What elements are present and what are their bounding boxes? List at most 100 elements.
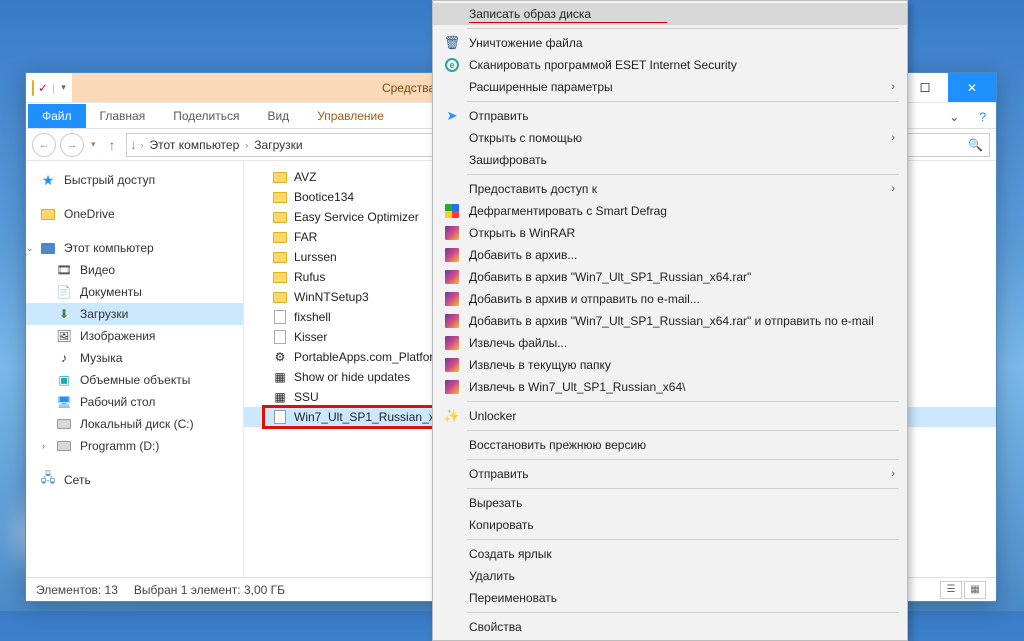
menu-separator xyxy=(467,174,899,175)
menu-rar-to[interactable]: Извлечь в Win7_Ult_SP1_Russian_x64\ xyxy=(433,376,907,398)
menu-separator xyxy=(467,539,899,540)
menu-shred[interactable]: 🗑Уничтожение файла xyxy=(433,32,907,54)
tab-manage[interactable]: Управление xyxy=(303,104,398,128)
folder-icon xyxy=(272,169,288,185)
shred-icon: 🗑 xyxy=(441,35,463,51)
sidebar-item-desktop[interactable]: 🖥Рабочий стол xyxy=(26,391,243,413)
menu-shortcut[interactable]: Создать ярлык xyxy=(433,543,907,565)
spacer-icon xyxy=(441,130,463,146)
tab-file[interactable]: Файл xyxy=(28,104,86,128)
sidebar-this-pc[interactable]: ⌄ Этот компьютер xyxy=(26,237,243,259)
sidebar-item-videos[interactable]: 🎞Видео xyxy=(26,259,243,281)
cube-icon: ▣ xyxy=(56,372,72,388)
menu-rar-extract[interactable]: Извлечь файлы... xyxy=(433,332,907,354)
winrar-icon xyxy=(441,335,463,351)
nav-history-icon[interactable]: ▾ xyxy=(88,139,99,150)
breadcrumb-root[interactable]: Этот компьютер xyxy=(146,138,244,152)
ribbon-collapse-icon[interactable]: ⌄ xyxy=(939,106,969,128)
sidebar-item-3d[interactable]: ▣Объемные объекты xyxy=(26,369,243,391)
chevron-right-icon: › xyxy=(891,132,895,144)
sidebar-item-documents[interactable]: 📄Документы xyxy=(26,281,243,303)
chevron-right-icon[interactable]: › xyxy=(245,140,248,150)
nav-up-button[interactable]: ↑ xyxy=(103,137,122,153)
tab-view[interactable]: Вид xyxy=(253,104,303,128)
qat-dropdown-icon[interactable]: ▾ xyxy=(61,82,66,93)
unlocker-icon: ✨ xyxy=(441,408,463,424)
sidebar-label: Сеть xyxy=(64,473,91,487)
tab-share[interactable]: Поделиться xyxy=(159,104,253,128)
nav-back-button[interactable]: ← xyxy=(32,133,56,157)
menu-properties[interactable]: Свойства xyxy=(433,616,907,638)
expand-icon[interactable]: › xyxy=(42,441,45,451)
menu-send2[interactable]: Отправить› xyxy=(433,463,907,485)
file-icon xyxy=(272,309,288,325)
sidebar-item-music[interactable]: ♪Музыка xyxy=(26,347,243,369)
menu-eset-advanced[interactable]: Расширенные параметры› xyxy=(433,76,907,98)
app-icon: ▦ xyxy=(272,389,288,405)
sidebar-item-pictures[interactable]: 🖼Изображения xyxy=(26,325,243,347)
menu-open-with[interactable]: Открыть с помощью› xyxy=(433,127,907,149)
sidebar-network[interactable]: 🖧 Сеть xyxy=(26,469,243,491)
help-icon[interactable]: ? xyxy=(969,106,996,128)
iso-icon xyxy=(272,409,288,425)
breadcrumb-pc-icon: ↓ xyxy=(131,138,137,152)
menu-cut[interactable]: Вырезать xyxy=(433,492,907,514)
menu-defrag[interactable]: Дефрагментировать с Smart Defrag xyxy=(433,200,907,222)
menu-send1[interactable]: ➤Отправить xyxy=(433,105,907,127)
downloads-icon: ⬇ xyxy=(56,306,72,322)
onedrive-icon xyxy=(40,206,56,222)
menu-rar-open[interactable]: Открыть в WinRAR xyxy=(433,222,907,244)
file-icon xyxy=(272,329,288,345)
sidebar-item-drive-d[interactable]: ›Programm (D:) xyxy=(26,435,243,457)
menu-rar-add-named[interactable]: Добавить в архив "Win7_Ult_SP1_Russian_x… xyxy=(433,266,907,288)
menu-separator xyxy=(467,28,899,29)
view-details-button[interactable]: ☰ xyxy=(940,581,962,599)
music-icon: ♪ xyxy=(56,350,72,366)
breadcrumb-folder[interactable]: Загрузки xyxy=(250,138,306,152)
menu-share[interactable]: Предоставить доступ к› xyxy=(433,178,907,200)
folder-icon xyxy=(272,229,288,245)
menu-separator xyxy=(467,401,899,402)
spacer-icon xyxy=(441,79,463,95)
sidebar-item-downloads[interactable]: ⬇Загрузки xyxy=(26,303,243,325)
menu-rar-here[interactable]: Извлечь в текущую папку xyxy=(433,354,907,376)
annotation-underline xyxy=(469,22,667,23)
app-icon: ▦ xyxy=(272,369,288,385)
menu-restore[interactable]: Восстановить прежнюю версию xyxy=(433,434,907,456)
menu-rar-add[interactable]: Добавить в архив... xyxy=(433,244,907,266)
menu-unlocker[interactable]: ✨Unlocker xyxy=(433,405,907,427)
chevron-right-icon[interactable]: › xyxy=(141,140,144,150)
maximize-button[interactable]: ☐ xyxy=(902,73,948,102)
menu-rename[interactable]: Переименовать xyxy=(433,587,907,609)
nav-forward-button[interactable]: → xyxy=(60,133,84,157)
tab-home[interactable]: Главная xyxy=(86,104,160,128)
folder-icon xyxy=(272,209,288,225)
menu-delete[interactable]: Удалить xyxy=(433,565,907,587)
sidebar-onedrive[interactable]: OneDrive xyxy=(26,203,243,225)
search-icon: 🔍 xyxy=(968,138,983,152)
check-icon[interactable]: ✓ xyxy=(38,81,48,95)
view-icons-button[interactable]: ▦ xyxy=(964,581,986,599)
menu-separator xyxy=(467,101,899,102)
drive-icon xyxy=(56,416,72,432)
qat-divider: | xyxy=(52,81,55,95)
menu-eset-scan[interactable]: eСканировать программой ESET Internet Se… xyxy=(433,54,907,76)
chevron-right-icon: › xyxy=(891,468,895,480)
folder-titlebar-icon xyxy=(32,81,34,95)
spacer-icon xyxy=(441,590,463,606)
menu-separator xyxy=(467,430,899,431)
spacer-icon xyxy=(441,152,463,168)
menu-encrypt[interactable]: Зашифровать xyxy=(433,149,907,171)
menu-rar-email[interactable]: Добавить в архив и отправить по e-mail..… xyxy=(433,288,907,310)
close-button[interactable]: ✕ xyxy=(948,73,996,102)
spacer-icon xyxy=(441,466,463,482)
context-menu: Записать образ диска 🗑Уничтожение файла … xyxy=(432,0,908,641)
sidebar-quick-access[interactable]: ★ Быстрый доступ xyxy=(26,169,243,191)
menu-copy[interactable]: Копировать xyxy=(433,514,907,536)
menu-rar-email-named[interactable]: Добавить в архив "Win7_Ult_SP1_Russian_x… xyxy=(433,310,907,332)
menu-burn-disc[interactable]: Записать образ диска xyxy=(433,3,907,25)
menu-separator xyxy=(467,612,899,613)
collapse-icon[interactable]: ⌄ xyxy=(26,243,34,254)
sidebar-item-drive-c[interactable]: Локальный диск (C:) xyxy=(26,413,243,435)
setup-icon: ⚙ xyxy=(272,349,288,365)
